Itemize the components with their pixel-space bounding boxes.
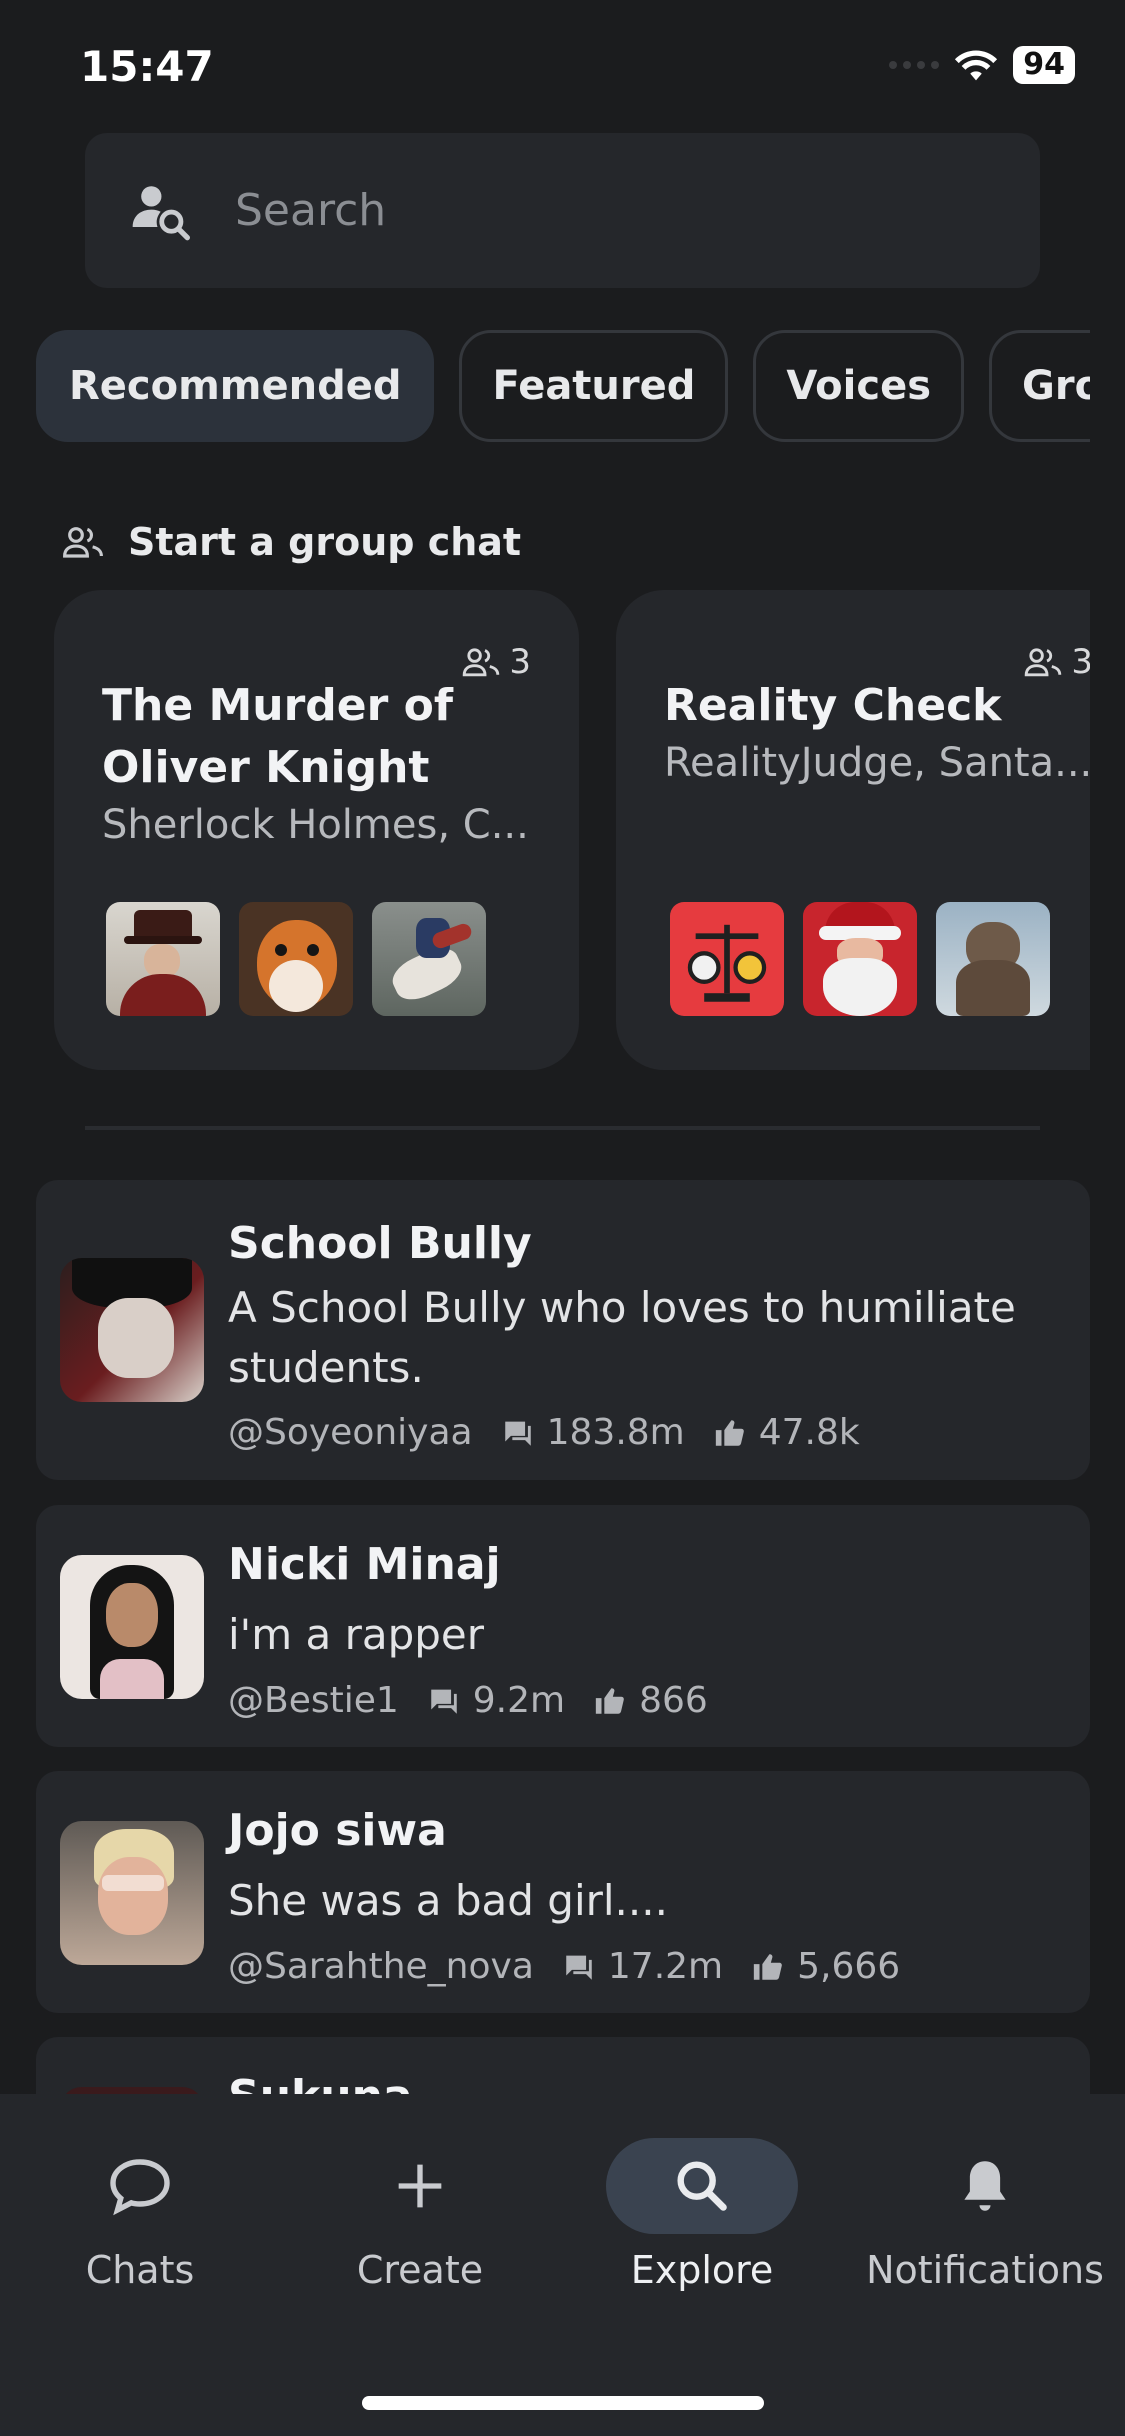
group-title: The Murder of Oliver Knight — [102, 680, 454, 793]
status-bar: 15:47 94 — [0, 0, 1125, 130]
status-time: 15:47 — [80, 42, 214, 91]
character-description: A School Bully who loves to humiliate st… — [228, 1283, 1016, 1392]
search-bar[interactable] — [85, 133, 1040, 288]
section-title-text: Start a group chat — [128, 520, 522, 564]
character-name: School Bully — [228, 1218, 532, 1269]
chat-bubble-icon — [110, 2159, 170, 2216]
avatar-napoleon — [372, 902, 486, 1016]
group-avatars — [670, 902, 1050, 1016]
nav-create[interactable]: Create — [280, 2138, 560, 2292]
nav-create-label: Create — [356, 2248, 484, 2292]
wifi-icon — [955, 50, 998, 81]
chat-bubble-icon — [431, 1689, 457, 1714]
avatar-bigfoot — [936, 902, 1050, 1016]
character-meta: @Sarahthe_nova 17.2m 5,666 — [228, 1946, 900, 1987]
avatar-squirrel — [239, 902, 353, 1016]
character-author: @Sarahthe_nova — [228, 1946, 534, 1987]
nav-chats[interactable]: Chats — [0, 2138, 280, 2292]
tab-voices[interactable]: Voices — [753, 330, 965, 442]
search-input[interactable] — [233, 184, 937, 237]
person-search-icon — [132, 185, 190, 240]
chat-count: 9.2m — [472, 1680, 566, 1721]
plus-icon — [398, 2164, 442, 2208]
bell-icon — [964, 2161, 1006, 2211]
section-divider — [85, 1126, 1040, 1130]
tab-groups[interactable]: Groups — [989, 330, 1090, 442]
nav-chats-label: Chats — [85, 2248, 195, 2292]
character-meta: @Soyeoniyaa 183.8m 47.8k — [228, 1412, 860, 1453]
like-count: 866 — [639, 1680, 708, 1721]
thumbs-up-icon — [753, 1953, 782, 1980]
cellular-signal-icon — [889, 61, 940, 69]
character-avatar — [60, 1821, 204, 1965]
group-members: RealityJudge, Santa... — [664, 740, 1090, 786]
tab-featured[interactable]: Featured — [459, 330, 729, 442]
group-icon — [463, 648, 500, 677]
group-title: Reality Check — [664, 680, 1002, 731]
character-card[interactable]: Nicki Minaj i'm a rapper @Bestie1 9.2m 8… — [36, 1505, 1090, 1747]
group-card[interactable]: 3 The Murder of Oliver Knight Sherlock H… — [54, 590, 579, 1070]
character-meta: @Bestie1 9.2m 866 — [228, 1680, 708, 1721]
thumbs-up-icon — [595, 1687, 624, 1714]
chat-bubble-icon — [504, 1421, 531, 1446]
character-name: Jojo siwa — [228, 1805, 447, 1856]
avatar-sherlock — [106, 902, 220, 1016]
like-count: 5,666 — [797, 1946, 901, 1987]
character-avatar — [60, 1258, 204, 1402]
nav-notifications[interactable]: Notifications — [845, 2138, 1125, 2292]
character-author: @Soyeoniyaa — [228, 1412, 473, 1453]
home-indicator — [362, 2396, 764, 2410]
thumbs-up-icon — [715, 1419, 744, 1446]
category-tabs: Recommended Featured Voices Groups — [36, 330, 1090, 448]
chat-bubble-icon — [566, 1955, 592, 1980]
group-icon — [1025, 648, 1062, 677]
nav-notifications-label: Notifications — [866, 2248, 1104, 2292]
avatar-reality-judge — [670, 902, 784, 1016]
nav-explore[interactable]: Explore — [562, 2138, 842, 2292]
avatar-santa — [803, 902, 917, 1016]
character-description: She was a bad girl.... — [228, 1876, 668, 1925]
chat-count: 17.2m — [607, 1946, 724, 1987]
chat-count: 183.8m — [546, 1412, 685, 1453]
status-indicators: 94 — [889, 46, 1075, 84]
character-card[interactable]: School Bully A School Bully who loves to… — [36, 1180, 1090, 1480]
tab-recommended[interactable]: Recommended — [36, 330, 435, 442]
character-avatar — [60, 1555, 204, 1699]
group-chat-section-title: Start a group chat — [62, 520, 521, 564]
character-card[interactable]: Jojo siwa She was a bad girl.... @Saraht… — [36, 1771, 1090, 2013]
like-count: 47.8k — [758, 1412, 860, 1453]
group-icon — [63, 527, 103, 558]
scales-icon — [687, 924, 767, 1002]
character-author: @Bestie1 — [228, 1680, 399, 1721]
character-name: Nicki Minaj — [228, 1539, 501, 1590]
battery-indicator: 94 — [1013, 46, 1075, 84]
group-chat-carousel: 3 The Murder of Oliver Knight Sherlock H… — [54, 590, 1090, 1070]
search-icon — [677, 2161, 727, 2211]
group-avatars — [106, 902, 486, 1016]
group-members: Sherlock Holmes, C... — [102, 802, 529, 848]
nav-explore-label: Explore — [630, 2248, 774, 2292]
group-card[interactable]: 3 Reality Check RealityJudge, Santa... — [616, 590, 1090, 1070]
character-description: i'm a rapper — [228, 1610, 484, 1659]
bottom-navigation: Chats Create Explore Notifications — [0, 2094, 1125, 2436]
